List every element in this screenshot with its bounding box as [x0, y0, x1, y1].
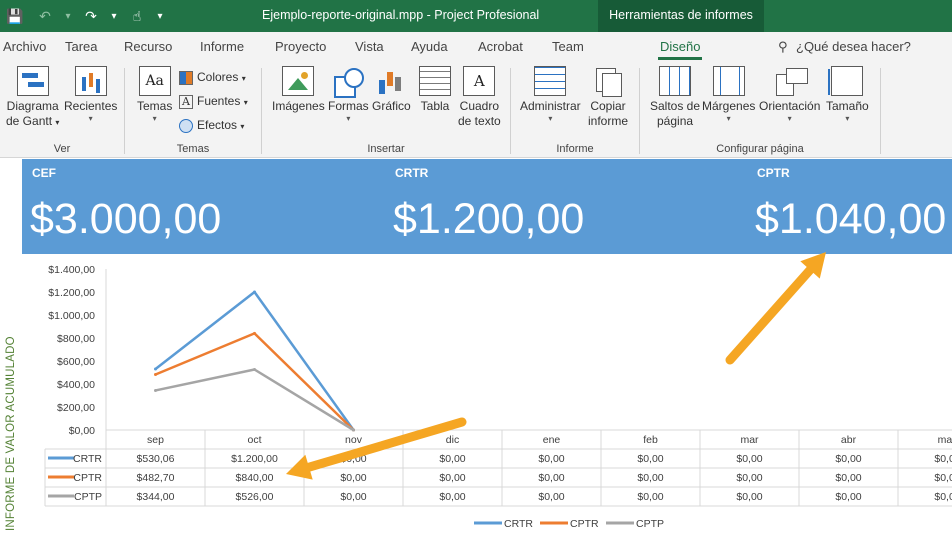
x-category-label: mar	[740, 434, 759, 446]
table-series-name: CPTR	[73, 472, 102, 484]
legend-label: CPTR	[570, 518, 599, 530]
x-category-label: feb	[643, 434, 658, 446]
data-table-cell: $0,00	[835, 453, 861, 465]
earned-value-chart[interactable]: $0,00 $200,00 $400,00 $600,00 $800,00 $1.000,…	[0, 0, 952, 542]
legend-label: CRTR	[504, 518, 533, 530]
data-table-cell: $0,00	[736, 472, 762, 484]
data-table-cell: $0,00	[637, 491, 663, 503]
data-table-cell: $0,00	[736, 453, 762, 465]
data-table-cell: $0,00	[637, 472, 663, 484]
annotation-arrow-head	[286, 454, 313, 480]
data-table-cell: $0,00	[934, 453, 952, 465]
data-table-cell: $0,00	[835, 491, 861, 503]
data-table-cell: $840,00	[236, 472, 274, 484]
x-category-label: may	[938, 434, 952, 446]
series-point-cptp	[253, 368, 256, 372]
project-window: 💾 ↶ ▾ ↷ ▾ ☝ ▾ Ejemplo-reporte-original.m…	[0, 0, 952, 542]
y-tick-label: $600,00	[57, 356, 95, 368]
data-table-cell: $344,00	[137, 491, 175, 503]
table-series-name: CRTR	[73, 453, 102, 465]
data-table-cell: $0,00	[934, 472, 952, 484]
y-tick-label: $1.400,00	[48, 264, 95, 276]
data-table-cell: $0,00	[340, 491, 366, 503]
y-tick-label: $1.200,00	[48, 287, 95, 299]
data-table-cell: $0,00	[439, 491, 465, 503]
data-table-cell: $0,00	[934, 491, 952, 503]
data-table-cell: $1.200,00	[231, 453, 278, 465]
data-table-cell: $0,00	[538, 453, 564, 465]
series-point-crtr	[253, 290, 256, 294]
data-table-cell: $526,00	[236, 491, 274, 503]
data-table-cell: $0,00	[340, 472, 366, 484]
x-category-label: abr	[841, 434, 857, 446]
x-category-label: ene	[543, 434, 561, 446]
x-category-label: dic	[446, 434, 459, 446]
y-tick-label: $200,00	[57, 402, 95, 414]
data-table-cell: $530,06	[137, 453, 175, 465]
series-point-crtr	[154, 367, 157, 371]
series-point-cptp	[154, 388, 157, 392]
data-table-cell: $0,00	[439, 472, 465, 484]
y-tick-label: $1.000,00	[48, 310, 95, 322]
data-table-cell: $0,00	[439, 453, 465, 465]
x-category-label: oct	[247, 434, 261, 446]
data-table-cell: $482,70	[137, 472, 175, 484]
data-table-cell: $0,00	[637, 453, 663, 465]
series-point-cptp	[352, 428, 355, 432]
annotation-arrow-shaft	[725, 265, 815, 365]
x-category-label: sep	[147, 434, 164, 446]
series-point-cptr	[253, 331, 256, 335]
table-series-name: CPTP	[74, 491, 102, 503]
data-table-cell: $0,00	[538, 472, 564, 484]
y-tick-label: $0,00	[69, 425, 95, 437]
y-tick-label: $800,00	[57, 333, 95, 345]
data-table-cell: $0,00	[538, 491, 564, 503]
series-line-cptr	[155, 332, 355, 431]
data-table-cell: $0,00	[736, 491, 762, 503]
y-tick-label: $400,00	[57, 379, 95, 391]
data-table-cell: $0,00	[835, 472, 861, 484]
series-point-cptr	[154, 372, 157, 376]
x-category-label: nov	[345, 434, 363, 446]
legend-label: CPTP	[636, 518, 664, 530]
